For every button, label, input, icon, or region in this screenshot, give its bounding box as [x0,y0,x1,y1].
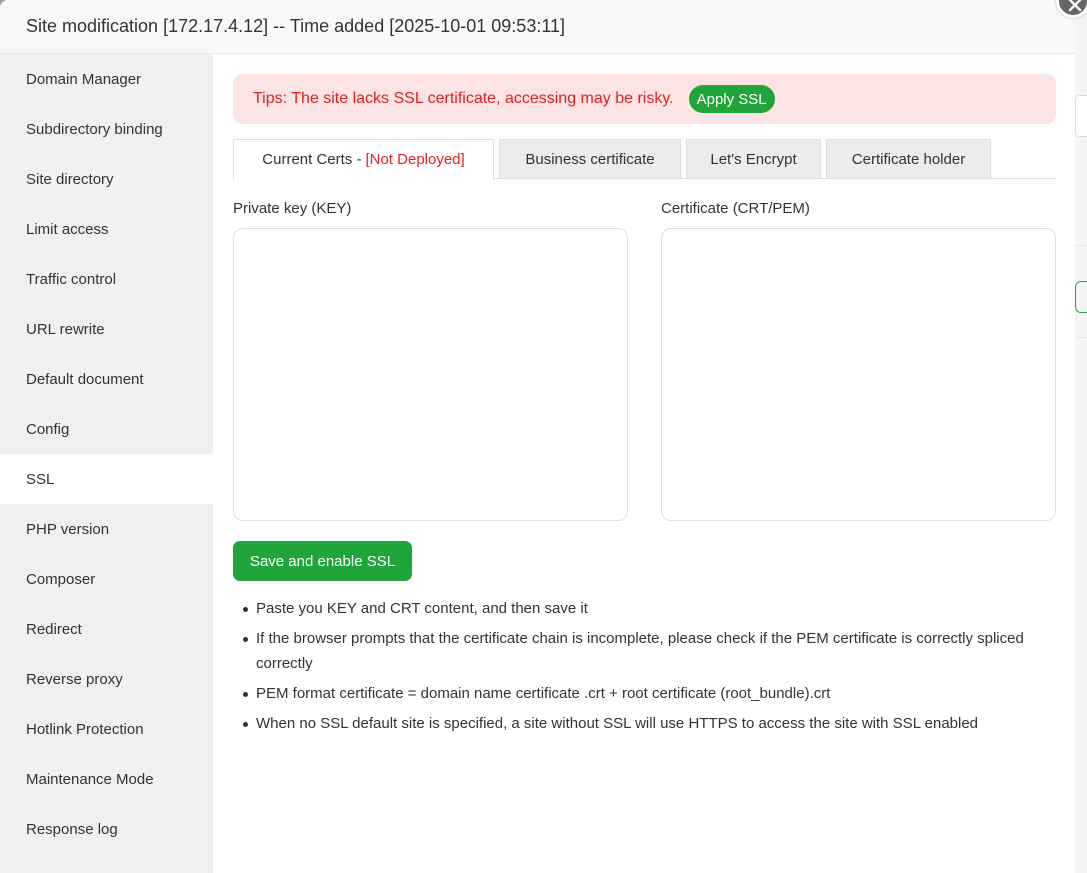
sidebar-item-label: Subdirectory binding [26,120,163,138]
apply-ssl-button[interactable]: Apply SSL [688,85,775,113]
dialog-title: Site modification [172.17.4.12] -- Time … [26,16,566,36]
deploy-status: [Not Deployed] [365,151,465,168]
sidebar-item-redirect[interactable]: Redirect [0,604,213,654]
sidebar-item-label: Hotlink Protection [26,720,144,738]
sidebar-item-label: Default document [26,370,144,388]
sidebar-item-site-directory[interactable]: Site directory [0,154,213,204]
sidebar-item-label: Traffic control [26,270,117,288]
sidebar-item-label: Maintenance Mode [26,770,154,788]
sidebar-item-label: Response log [26,820,118,838]
tab-label: Certificate holder [851,150,966,168]
sidebar-item-label: SSL [26,470,55,488]
background-input [1075,95,1087,137]
list-item: Paste you KEY and CRT content, and then … [233,596,1053,621]
list-item: If the browser prompts that the certific… [233,626,1053,676]
sidebar-item-hotlink-protection[interactable]: Hotlink Protection [0,704,213,754]
private-key-label: Private key (KEY) [233,200,352,217]
private-key-input[interactable] [233,228,628,521]
background-page [1075,0,1087,873]
tab-label: Current Certs - [262,151,362,168]
sidebar-item-maintenance-mode[interactable]: Maintenance Mode [0,754,213,804]
sidebar-item-label: Limit access [26,220,109,238]
sidebar: Domain Manager Subdirectory binding Site… [0,54,213,873]
dialog-header: Site modification [172.17.4.12] -- Time … [0,0,1075,54]
sidebar-item-domain-manager[interactable]: Domain Manager [0,54,213,104]
ssl-warning-tip: Tips: The site lacks SSL certificate, ac… [233,74,1056,124]
background-button [1075,281,1087,313]
sidebar-item-limit-access[interactable]: Limit access [0,204,213,254]
tip-text: Tips: The site lacks SSL certificate, ac… [253,90,674,107]
certificate-input[interactable] [661,228,1056,521]
sidebar-item-label: PHP version [26,520,110,538]
sidebar-item-reverse-proxy[interactable]: Reverse proxy [0,654,213,704]
sidebar-item-label: Composer [26,570,96,588]
sidebar-item-traffic-control[interactable]: Traffic control [0,254,213,304]
tab-label: Let's Encrypt [710,150,797,168]
sidebar-item-label: Config [26,420,70,438]
certificate-label: Certificate (CRT/PEM) [661,200,810,217]
help-notes: Paste you KEY and CRT content, and then … [233,596,1053,741]
tab-certificate-holder[interactable]: Certificate holder [826,139,991,179]
list-item: PEM format certificate = domain name cer… [233,681,1053,706]
sidebar-item-label: URL rewrite [26,320,105,338]
tab-business-certificate[interactable]: Business certificate [499,139,681,179]
background-divider [1075,337,1087,338]
list-item: When no SSL default site is specified, a… [233,711,1053,736]
sidebar-item-response-log[interactable]: Response log [0,804,213,854]
certificate-tabs: Current Certs - [Not Deployed] Business … [233,139,1056,180]
sidebar-item-config[interactable]: Config [0,404,213,454]
sidebar-item-label: Redirect [26,620,82,638]
close-icon [1068,0,1082,12]
sidebar-item-url-rewrite[interactable]: URL rewrite [0,304,213,354]
site-modification-dialog: Site modification [172.17.4.12] -- Time … [0,0,1075,873]
sidebar-item-php-version[interactable]: PHP version [0,504,213,554]
sidebar-item-label: Domain Manager [26,70,142,88]
save-and-enable-ssl-button[interactable]: Save and enable SSL [233,541,412,581]
sidebar-item-default-document[interactable]: Default document [0,354,213,404]
ssl-panel: Tips: The site lacks SSL certificate, ac… [233,74,1056,732]
sidebar-item-subdirectory-binding[interactable]: Subdirectory binding [0,104,213,154]
background-divider [1075,245,1087,246]
tab-current-certs[interactable]: Current Certs - [Not Deployed] [233,139,494,180]
sidebar-item-composer[interactable]: Composer [0,554,213,604]
sidebar-item-ssl[interactable]: SSL [0,454,213,504]
tab-label: Business certificate [525,150,655,168]
sidebar-item-label: Site directory [26,170,114,188]
tab-lets-encrypt[interactable]: Let's Encrypt [686,139,821,179]
sidebar-item-label: Reverse proxy [26,670,123,688]
